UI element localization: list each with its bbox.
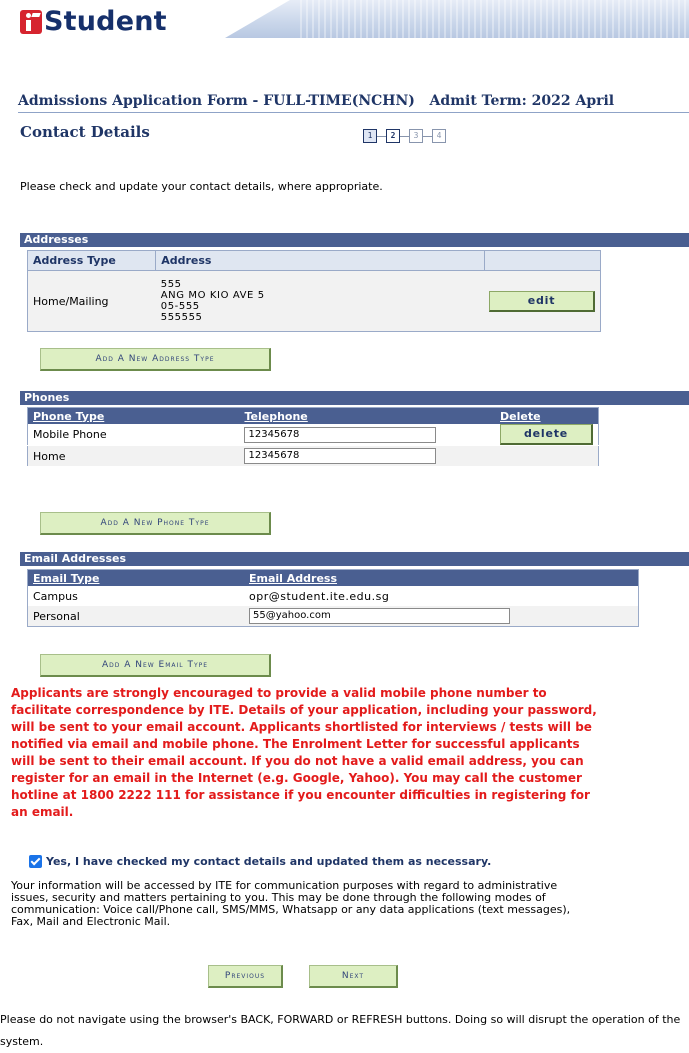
table-row: Home 12345678 (27, 445, 599, 467)
banner-stripes (300, 0, 689, 38)
edit-address-button[interactable]: edit (489, 290, 595, 312)
phone-type-cell: Home (27, 445, 240, 467)
step-1: 1 (363, 129, 377, 143)
ite-logo-icon (20, 9, 42, 34)
address-cell: 555 ANG MO KIO AVE 5 05-555 555555 (155, 270, 484, 332)
next-button[interactable]: Next (309, 965, 398, 988)
step-3: 3 (409, 129, 423, 143)
form-title: Admissions Application Form - FULL-TIME(… (18, 93, 415, 109)
phones-table: Phone Type Telephone Delete Mobile Phone… (27, 407, 599, 467)
page-title: Admissions Application Form - FULL-TIME(… (18, 93, 688, 109)
add-phone-type-button[interactable]: Add A New Phone Type (40, 512, 271, 535)
col-telephone[interactable]: Telephone (239, 407, 495, 424)
brand-name: Student (44, 6, 167, 37)
emails-heading: Email Addresses (20, 552, 689, 566)
add-email-type-button[interactable]: Add A New Email Type (40, 654, 271, 677)
col-email-address[interactable]: Email Address (244, 569, 639, 586)
table-row: Mobile Phone 12345678 delete (27, 424, 599, 446)
email-input[interactable]: 55@yahoo.com (249, 608, 510, 624)
table-row: Home/Mailing 555 ANG MO KIO AVE 5 05-555… (27, 270, 601, 332)
section-title: Contact Details (20, 123, 150, 141)
col-phone-type[interactable]: Phone Type (27, 407, 240, 424)
col-address: Address (155, 250, 485, 271)
address-type-cell: Home/Mailing (27, 270, 156, 332)
step-2: 2 (386, 129, 400, 143)
confirm-row: Yes, I have checked my contact details a… (29, 855, 491, 868)
address-action-cell: edit (484, 270, 601, 332)
telephone-input[interactable]: 12345678 (244, 448, 437, 464)
add-address-type-button[interactable]: Add A New Address Type (40, 348, 271, 371)
address-line: 555 (160, 279, 182, 290)
email-type-cell: Campus (27, 586, 244, 606)
emails-table: Email Type Email Address Campus opr@stud… (27, 569, 639, 627)
consent-text: Your information will be accessed by ITE… (11, 879, 571, 928)
delete-phone-button[interactable]: delete (500, 424, 593, 445)
col-email-type[interactable]: Email Type (27, 569, 244, 586)
table-row: Campus opr@student.ite.edu.sg (27, 586, 639, 606)
phone-type-cell: Mobile Phone (27, 424, 240, 446)
table-row: Personal 55@yahoo.com (27, 606, 639, 627)
title-divider (18, 112, 689, 113)
previous-button[interactable]: Previous (208, 965, 283, 988)
brand-logo: Student (20, 6, 167, 37)
footer-warning: Please do not navigate using the browser… (0, 1013, 681, 1048)
confirm-label: Yes, I have checked my contact details a… (46, 855, 492, 868)
email-address-cell: opr@student.ite.edu.sg (244, 586, 639, 606)
confirm-checkbox[interactable] (29, 855, 42, 868)
address-line: ANG MO KIO AVE 5 (160, 290, 265, 301)
phones-heading: Phones (20, 391, 689, 405)
address-line: 555555 (160, 312, 203, 323)
admit-term: Admit Term: 2022 April (429, 93, 615, 109)
col-address-type: Address Type (27, 250, 157, 271)
email-type-cell: Personal (27, 606, 244, 627)
col-delete[interactable]: Delete (495, 407, 599, 424)
step-indicator: 1 2 3 4 (363, 129, 446, 143)
top-banner: Student (0, 0, 689, 50)
col-address-action (484, 250, 601, 271)
addresses-table: Address Type Address Home/Mailing 555 AN… (27, 250, 601, 332)
address-line: 05-555 (160, 301, 200, 312)
telephone-input[interactable]: 12345678 (244, 426, 437, 443)
addresses-heading: Addresses (20, 233, 689, 247)
step-4: 4 (432, 129, 446, 143)
email-notice: Applicants are strongly encouraged to pr… (11, 686, 597, 819)
intro-text: Please check and update your contact det… (20, 180, 383, 193)
